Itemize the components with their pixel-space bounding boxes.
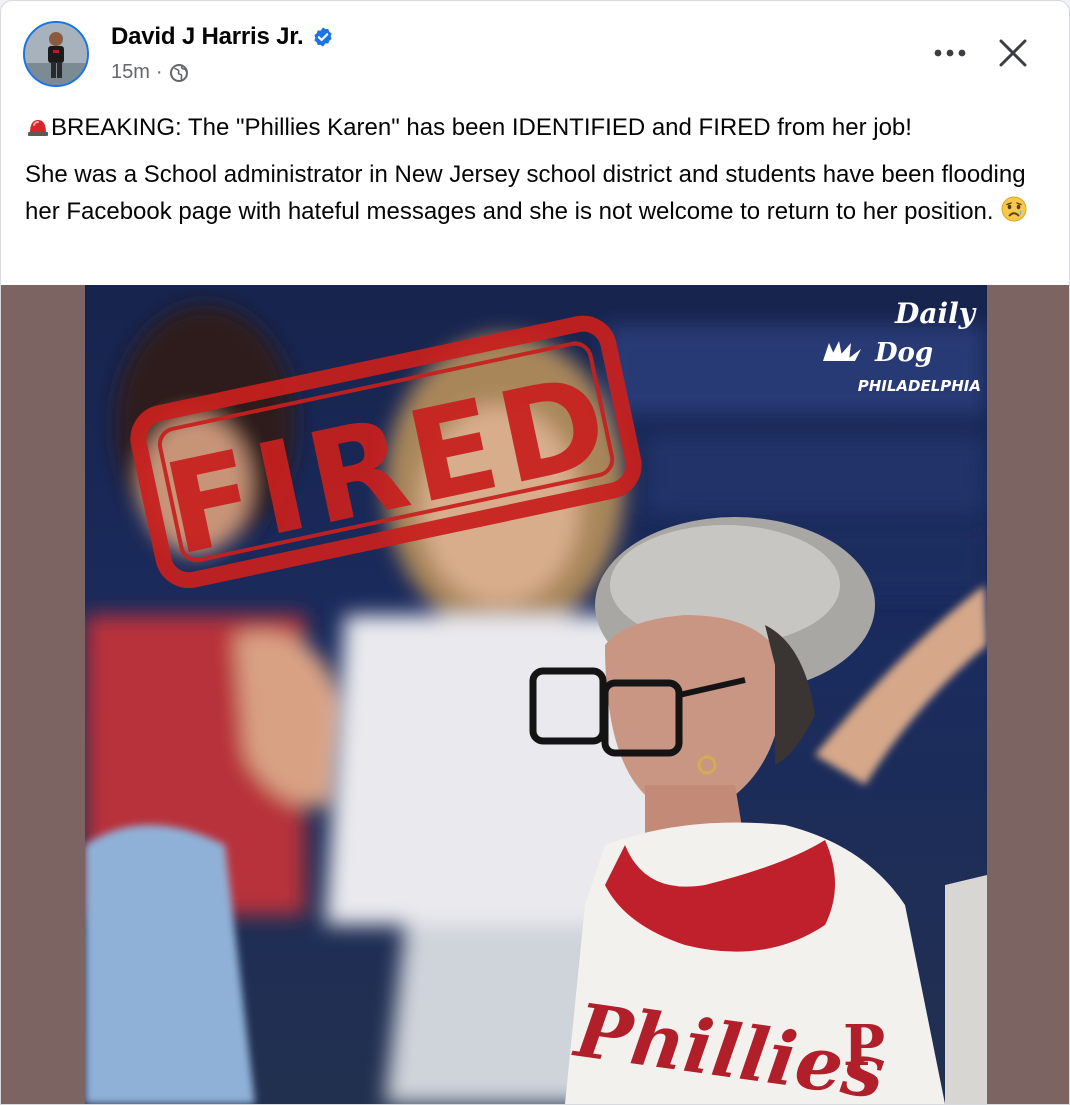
post-timestamp[interactable]: 15m [111, 61, 150, 84]
post-text: BREAKING: The "Phillies Karen" has been … [25, 109, 1045, 230]
nbc-peacock-icon [823, 341, 861, 361]
post-meta: 15m · [111, 61, 189, 84]
author-name[interactable]: David J Harris Jr. [111, 23, 304, 51]
watermark-dog: Dog [874, 338, 933, 368]
post-media[interactable]: Phillies P Daily Dog PHILADELPHIA FIRED [1, 285, 1069, 1104]
sad-face-emoji [1001, 196, 1027, 222]
watermark-daily: Daily [894, 297, 977, 330]
video-frame: Phillies P Daily Dog PHILADELPHIA FIRED [85, 285, 987, 1104]
globe-icon[interactable] [169, 63, 189, 83]
watermark-philadelphia: PHILADELPHIA [858, 377, 981, 395]
daily-dog-watermark: Daily Dog PHILADELPHIA [823, 297, 981, 395]
author-avatar[interactable] [23, 21, 89, 87]
verified-badge-icon [313, 27, 332, 47]
siren-emoji [28, 120, 48, 136]
avatar-photo [25, 23, 87, 85]
post-paragraph-1: BREAKING: The "Phillies Karen" has been … [25, 109, 1045, 146]
meta-separator: · [155, 61, 163, 83]
facebook-post-card: David J Harris Jr. 15m · BREAKING: The "… [0, 0, 1070, 1105]
fired-stamp: FIRED [130, 315, 642, 589]
more-options-icon [934, 49, 966, 57]
more-options-button[interactable] [925, 35, 975, 71]
post-header: David J Harris Jr. 15m · [1, 1, 1069, 101]
jersey-logo-text: P [843, 1013, 885, 1079]
author-name-row: David J Harris Jr. [111, 23, 334, 51]
close-icon [999, 39, 1027, 67]
body-text: She was a School administrator in New Je… [25, 161, 1026, 225]
post-paragraph-2: She was a School administrator in New Je… [25, 156, 1045, 230]
close-post-button[interactable] [991, 31, 1035, 75]
breaking-text: BREAKING: The "Phillies Karen" has been … [51, 114, 912, 141]
